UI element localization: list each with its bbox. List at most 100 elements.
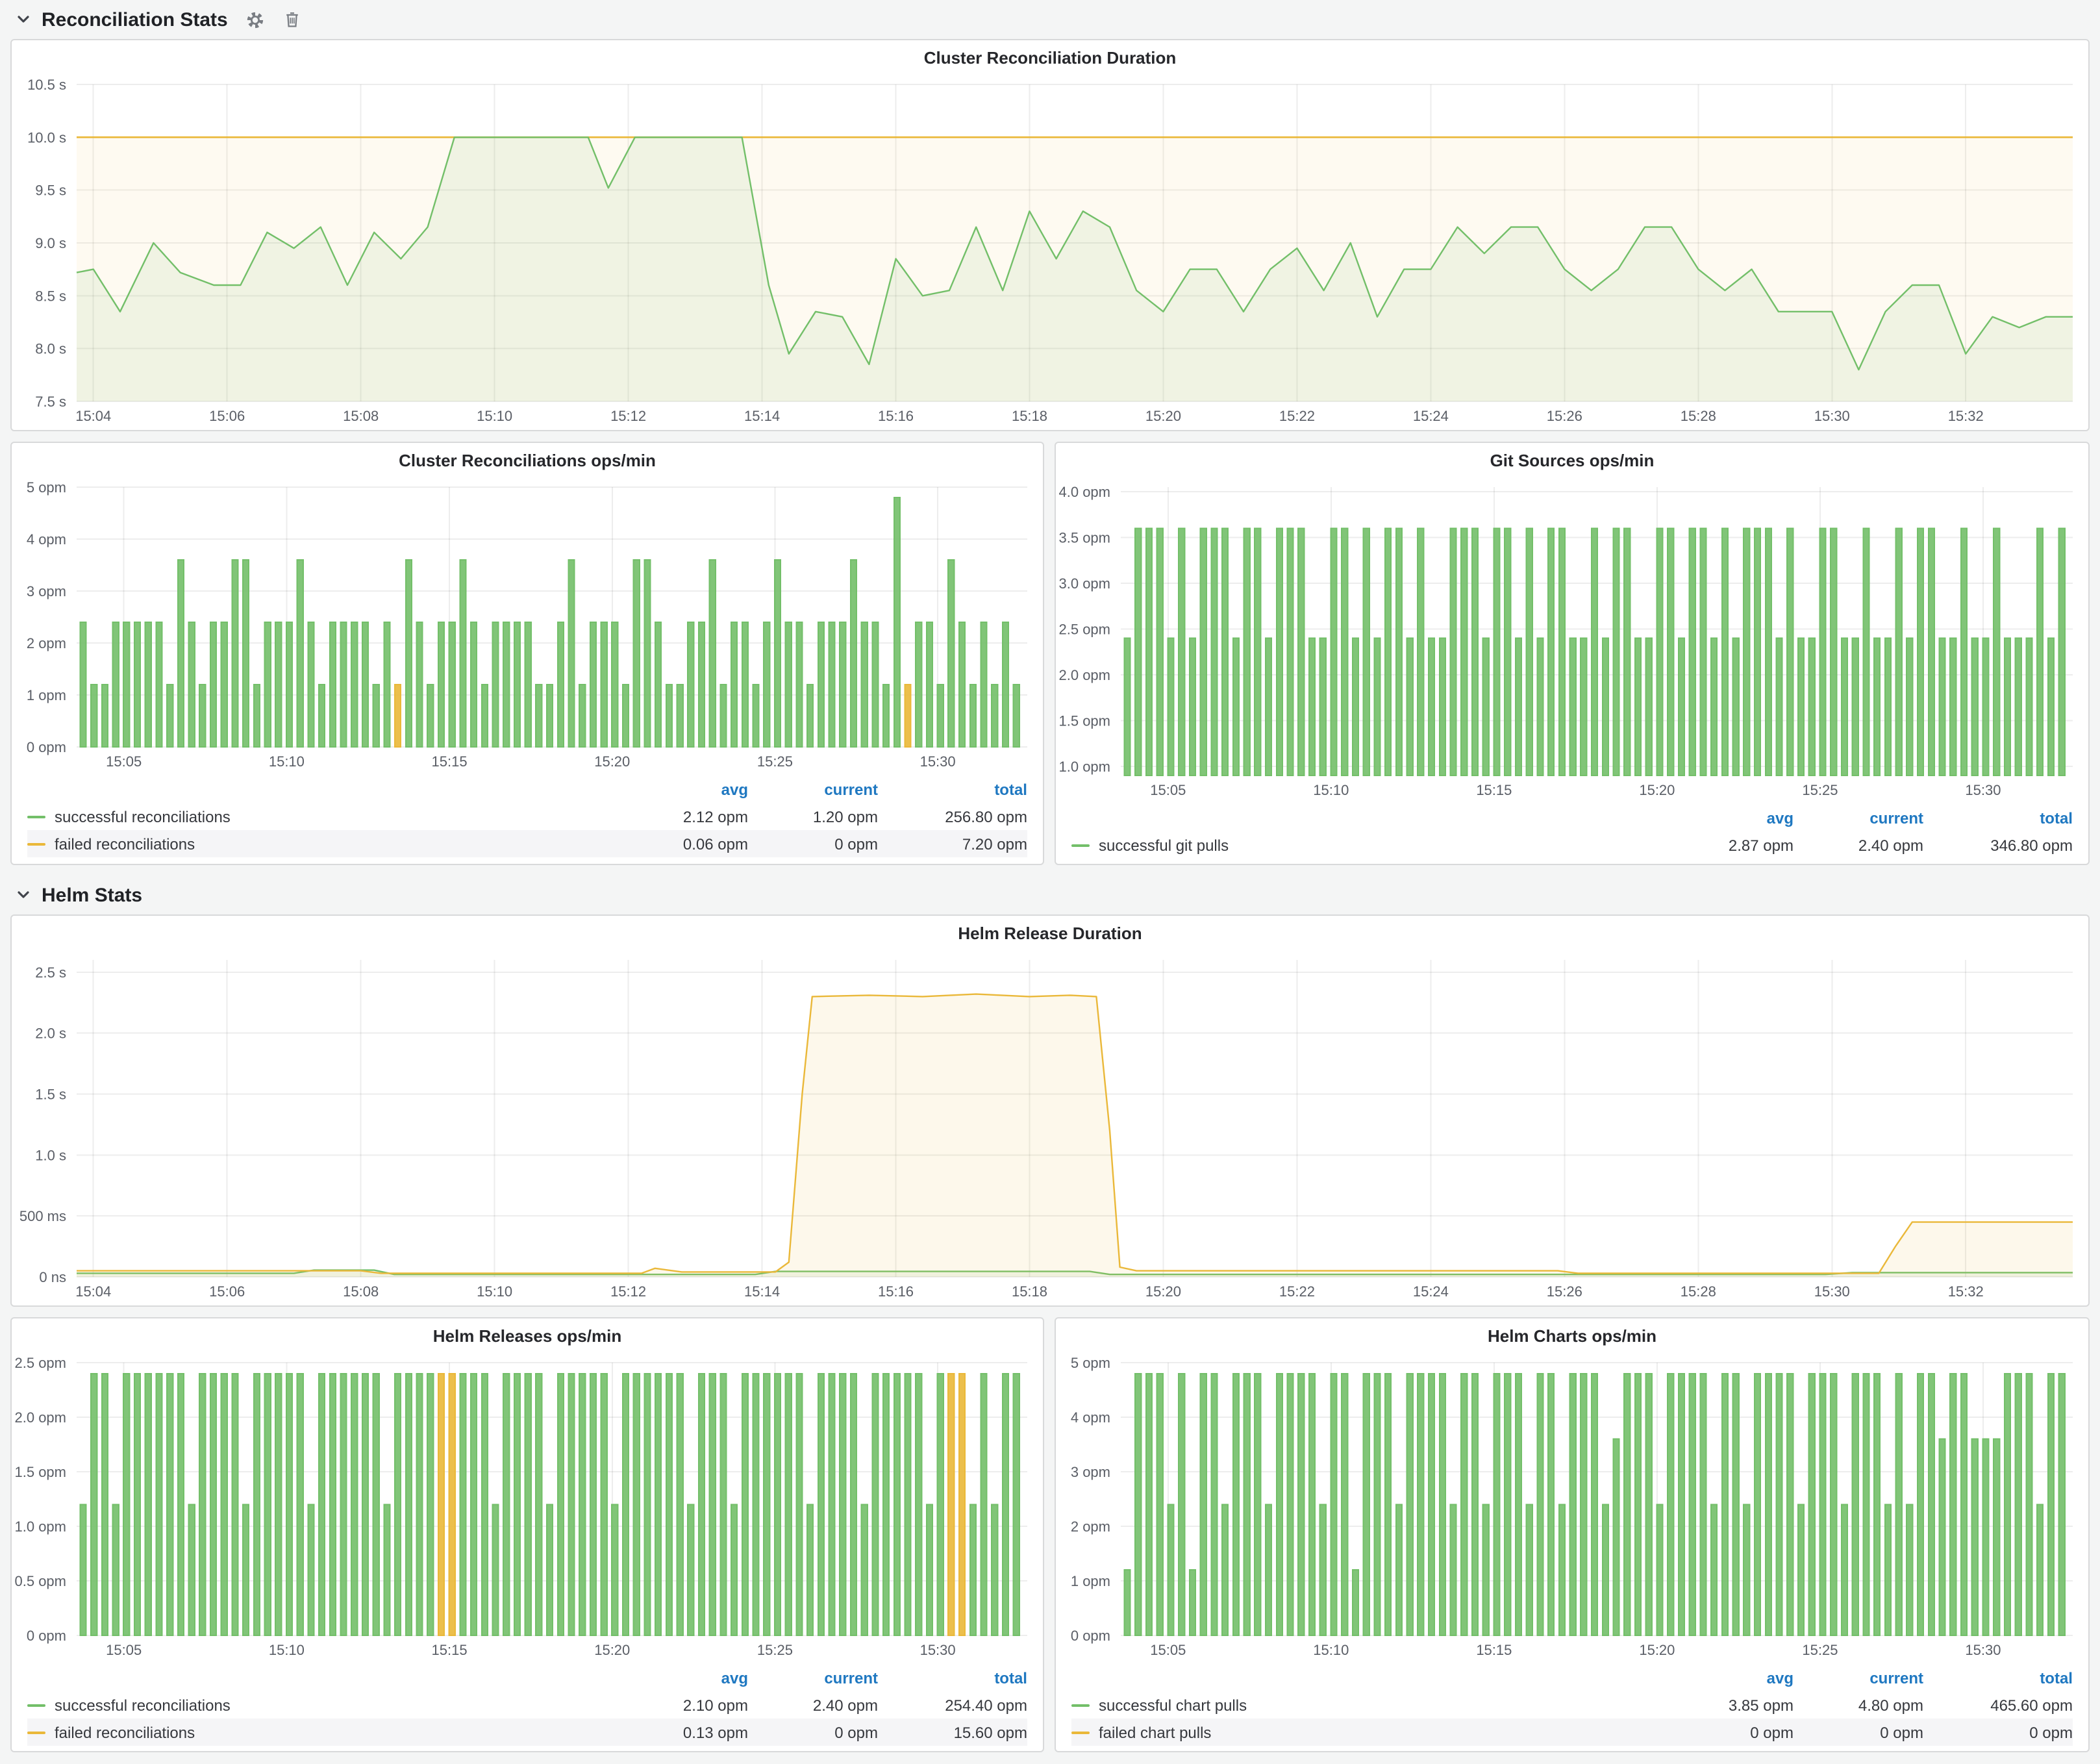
- chart-cluster-reconciliations-opm[interactable]: 15:0515:1015:1515:2015:2515:300 opm1 opm…: [12, 477, 1043, 775]
- legend-series-name[interactable]: failed reconciliations: [55, 835, 195, 853]
- trash-icon[interactable]: [284, 10, 302, 29]
- x-axis-tick-label: 15:30: [1814, 408, 1850, 424]
- x-axis-tick-label: 15:24: [1413, 1283, 1449, 1300]
- legend-sort-current[interactable]: current: [748, 1669, 878, 1687]
- chart-helm-charts-opm[interactable]: 15:0515:1015:1515:2015:2515:300 opm1 opm…: [1056, 1352, 2088, 1664]
- x-axis-tick-label: 15:32: [1948, 408, 1984, 424]
- y-axis-tick-label: 0.5 opm: [15, 1573, 67, 1589]
- x-axis-tick-label: 15:10: [269, 1642, 305, 1658]
- legend-sort-total[interactable]: total: [878, 780, 1027, 798]
- legend-series-name[interactable]: failed chart pulls: [1099, 1723, 1211, 1741]
- legend-value-total: 7.20 opm: [878, 835, 1027, 853]
- gear-icon[interactable]: [246, 10, 266, 29]
- y-axis-tick-label: 1.0 s: [35, 1147, 66, 1163]
- chart-git-sources-opm[interactable]: 15:0515:1015:1515:2015:2515:301.0 opm1.5…: [1056, 477, 2088, 804]
- panel-helm-release-duration: Helm Release Duration 15:0415:0615:0815:…: [10, 914, 2090, 1307]
- x-axis-tick-label: 15:18: [1012, 408, 1047, 424]
- chart-helm-releases-opm[interactable]: 15:0515:1015:1515:2015:2515:300 opm0.5 o…: [12, 1352, 1043, 1664]
- legend-sort-total[interactable]: total: [878, 1669, 1027, 1687]
- x-axis-tick-label: 15:20: [1639, 782, 1675, 798]
- x-axis-tick-label: 15:22: [1279, 1283, 1315, 1300]
- chevron-down-icon: [16, 887, 31, 903]
- y-axis-tick-label: 3 opm: [1071, 1464, 1110, 1480]
- x-axis-tick-label: 15:20: [1145, 408, 1181, 424]
- x-axis-tick-label: 15:28: [1681, 408, 1716, 424]
- legend-series-name[interactable]: successful reconciliations: [55, 807, 231, 825]
- y-axis-tick-label: 0 opm: [1071, 1628, 1110, 1644]
- legend-sort-total[interactable]: total: [1923, 809, 2073, 827]
- x-axis-tick-label: 15:04: [75, 1283, 111, 1300]
- x-axis-tick-label: 15:04: [75, 408, 111, 424]
- legend-series-name[interactable]: successful git pulls: [1099, 836, 1229, 854]
- legend-value-current: 2.40 opm: [748, 1696, 878, 1714]
- legend-sort-avg[interactable]: avg: [1664, 1669, 1794, 1687]
- chart-helm-release-duration[interactable]: 15:0415:0615:0815:1015:1215:1415:1615:18…: [12, 950, 2088, 1305]
- y-axis-tick-label: 1.5 opm: [1059, 712, 1111, 729]
- panel-title[interactable]: Helm Charts ops/min: [1056, 1318, 2088, 1352]
- panel-legend: avgcurrenttotal successful reconciliation…: [12, 775, 1043, 863]
- y-axis-tick-label: 1.0 opm: [1059, 759, 1111, 775]
- series-successful-reconciliations: [80, 1374, 1019, 1635]
- x-axis-tick-label: 15:22: [1279, 408, 1315, 424]
- x-axis-tick-label: 15:15: [1476, 782, 1512, 798]
- x-axis-tick-label: 15:26: [1547, 1283, 1582, 1300]
- legend-value-current: 0 opm: [1794, 1723, 1923, 1741]
- legend-sort-current[interactable]: current: [1794, 809, 1923, 827]
- y-axis-tick-label: 2.0 opm: [1059, 667, 1111, 683]
- panel-git-sources-opm: Git Sources ops/min 15:0515:1015:1515:20…: [1055, 442, 2090, 865]
- legend-series-name[interactable]: failed reconciliations: [55, 1723, 195, 1741]
- section-header-helm-stats[interactable]: Helm Stats: [10, 876, 2090, 914]
- panel-title[interactable]: Cluster Reconciliations ops/min: [12, 443, 1043, 477]
- x-axis-tick-label: 15:05: [1150, 782, 1186, 798]
- x-axis-tick-label: 15:30: [920, 1642, 956, 1658]
- legend-series-name[interactable]: successful chart pulls: [1099, 1696, 1247, 1714]
- x-axis-tick-label: 15:14: [744, 1283, 780, 1300]
- legend-sort-avg[interactable]: avg: [618, 780, 748, 798]
- x-axis-tick-label: 15:30: [1965, 782, 2001, 798]
- series-successful-git-pulls: [1124, 528, 2064, 775]
- section-header-reconciliation-stats[interactable]: Reconciliation Stats: [10, 0, 2090, 39]
- y-axis-tick-label: 5 opm: [27, 479, 66, 496]
- legend-sort-total[interactable]: total: [1923, 1669, 2073, 1687]
- y-axis-tick-label: 4 opm: [1071, 1409, 1110, 1426]
- legend-value-avg: 2.10 opm: [618, 1696, 748, 1714]
- legend-row: successful chart pulls3.85 opm4.80 opm46…: [1071, 1691, 2073, 1719]
- y-axis-tick-label: 8.0 s: [35, 341, 66, 357]
- panel-legend: avgcurrenttotal successful reconciliation…: [12, 1664, 1043, 1751]
- x-axis-tick-label: 15:05: [1150, 1642, 1186, 1658]
- legend-sort-current[interactable]: current: [1794, 1669, 1923, 1687]
- panel-title[interactable]: Cluster Reconciliation Duration: [12, 40, 2088, 74]
- legend-value-total: 465.60 opm: [1923, 1696, 2073, 1714]
- y-axis-tick-label: 9.5 s: [35, 183, 66, 199]
- legend-value-total: 254.40 opm: [878, 1696, 1027, 1714]
- section-title[interactable]: Helm Stats: [42, 884, 142, 906]
- section-title[interactable]: Reconciliation Stats: [42, 8, 228, 31]
- legend-value-avg: 0 opm: [1664, 1723, 1794, 1741]
- legend-value-avg: 2.12 opm: [618, 807, 748, 825]
- x-axis-tick-label: 15:20: [594, 753, 630, 770]
- legend-series-name[interactable]: successful reconciliations: [55, 1696, 231, 1714]
- x-axis-tick-label: 15:05: [106, 753, 142, 770]
- x-axis-tick-label: 15:10: [477, 1283, 512, 1300]
- chart-cluster-reconciliation-duration[interactable]: 15:0415:0615:0815:1015:1215:1415:1615:18…: [12, 74, 2088, 430]
- panel-legend: avgcurrenttotalsuccessful git pulls2.87 …: [1056, 804, 2088, 864]
- legend-sort-avg[interactable]: avg: [1664, 809, 1794, 827]
- panel-title[interactable]: Helm Releases ops/min: [12, 1318, 1043, 1352]
- y-axis-tick-label: 10.0 s: [27, 129, 66, 145]
- panel-title[interactable]: Helm Release Duration: [12, 916, 2088, 950]
- x-axis-tick-label: 15:15: [432, 1642, 468, 1658]
- y-axis-tick-label: 2 opm: [1071, 1518, 1110, 1535]
- legend-series-mark: [27, 1704, 45, 1706]
- panel-helm-charts-opm: Helm Charts ops/min 15:0515:1015:1515:20…: [1055, 1317, 2090, 1752]
- legend-sort-avg[interactable]: avg: [618, 1669, 748, 1687]
- x-axis-tick-label: 15:25: [757, 1642, 793, 1658]
- panel-title[interactable]: Git Sources ops/min: [1056, 443, 2088, 477]
- y-axis-tick-label: 8.5 s: [35, 288, 66, 304]
- legend-value-current: 4.80 opm: [1794, 1696, 1923, 1714]
- legend-series-mark: [1071, 1704, 1090, 1706]
- y-axis-tick-label: 9.0 s: [35, 235, 66, 251]
- legend-value-total: 0 opm: [1923, 1723, 2073, 1741]
- legend-sort-current[interactable]: current: [748, 780, 878, 798]
- x-axis-tick-label: 15:28: [1681, 1283, 1716, 1300]
- panel-cluster-reconciliation-duration: Cluster Reconciliation Duration 15:0415:…: [10, 39, 2090, 431]
